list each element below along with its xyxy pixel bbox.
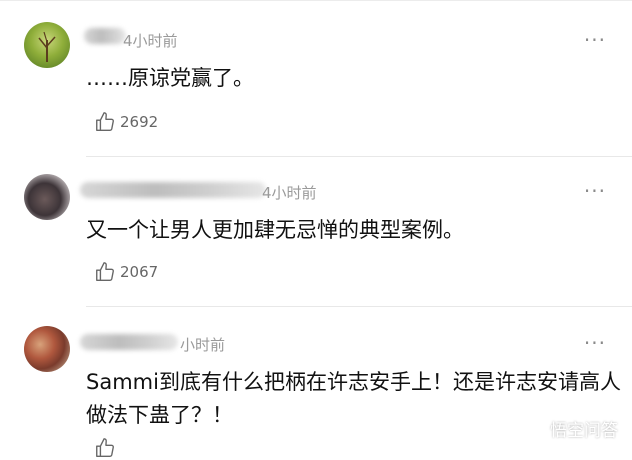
more-options-icon[interactable]: ··· [584,181,606,201]
comment-text: ……原谅党赢了。 [86,66,254,90]
like-button[interactable] [94,436,120,460]
comment-text: 又一个让男人更加肆无忌惮的典型案例。 [86,218,464,242]
comment-time: 4小时前 [123,32,178,50]
comment-item: 4小时前 ··· ……原谅党赢了。 2692 [0,0,632,158]
like-button[interactable]: 2692 [94,110,158,134]
comment-divider [86,156,632,157]
username-redacted [80,182,266,198]
like-button[interactable]: 2067 [94,260,158,284]
like-count: 2692 [120,113,159,131]
comment-item: 4小时前 ··· 又一个让男人更加肆无忌惮的典型案例。 2067 [0,158,632,308]
avatar[interactable] [24,326,70,372]
comment-time: 4小时前 [262,184,317,202]
wukong-logo-icon [521,421,545,438]
more-options-icon[interactable]: ··· [584,30,606,50]
like-count: 2067 [120,263,159,281]
more-options-icon[interactable]: ··· [584,333,606,353]
username-redacted [80,334,178,350]
watermark: 悟空问答 [520,416,618,441]
comment-time: 小时前 [180,336,226,354]
avatar[interactable] [24,174,70,220]
tree-image-icon [38,31,56,62]
comment-divider [86,306,632,307]
username-redacted [84,28,126,44]
thumbs-up-icon [96,262,114,281]
thumbs-up-icon [96,438,114,457]
thumbs-up-icon [96,112,114,131]
avatar[interactable] [24,22,70,68]
watermark-label: 悟空问答 [550,421,618,441]
